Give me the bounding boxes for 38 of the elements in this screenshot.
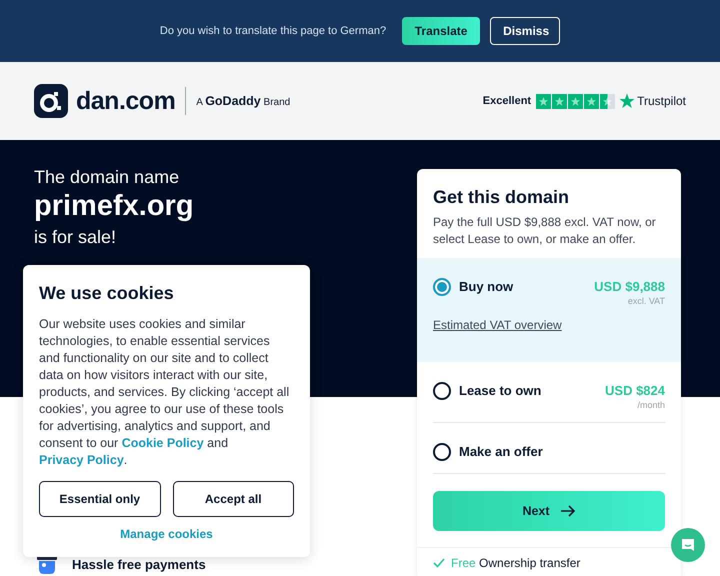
logo-icon[interactable] (34, 84, 68, 118)
perk-text: Free Ownership transfer (451, 556, 580, 570)
card-description: Pay the full USD $9,888 excl. VAT now, or select Lease to own, or make an offer. (432, 214, 657, 248)
hero-outro: is for sale! (34, 226, 116, 249)
radio-button[interactable] (433, 278, 451, 296)
rating-label: Excellent (482, 95, 532, 107)
card-title: Get this domain (432, 186, 570, 209)
price-note: excl. VAT (628, 296, 665, 306)
hero-intro: The domain name (34, 167, 180, 187)
vat-overview-link[interactable]: Estimated VAT overview (433, 318, 562, 332)
option-price: USD $9,888 (594, 278, 665, 296)
star-icon (619, 93, 636, 109)
price-note: /month (637, 400, 665, 410)
check-icon (433, 558, 445, 568)
selected-option-panel[interactable]: Buy now USD $9,888 excl. VAT Estimated VAT overview (417, 258, 681, 362)
brand-tagline: A GoDaddy Brand (196, 94, 290, 108)
option-row[interactable]: Make an offer (417, 423, 681, 474)
option-row[interactable]: Lease to own USD $824 /month (417, 362, 681, 423)
option-label: Buy now (459, 278, 514, 296)
domain-name: primefx.org (34, 189, 194, 224)
option-label: Lease to own (459, 382, 542, 400)
logo-text[interactable]: dan.com (76, 86, 176, 116)
option-label: Make an offer (459, 443, 543, 461)
translate-button[interactable]: Translate (402, 17, 480, 45)
radio-button[interactable] (433, 443, 451, 461)
dismiss-button[interactable]: Dismiss (490, 17, 560, 45)
trustpilot-logo-text[interactable]: Trustpilot (637, 94, 686, 108)
translate-message: Do you wish to translate this page to German? (160, 25, 386, 37)
next-button[interactable]: Next (433, 491, 665, 531)
option-price: USD $824 (605, 382, 665, 400)
cookie-text: Our website uses cookies and similar technologies, to enable essential services and functionality on our site and to collect data on how visitors interact with our site, products, and services. By clicking ‘accept all cookies’, you agree to our use of these tools for advertising, analytics and support, and consent to our Cookie Policy and Privacy Policy. (39, 316, 290, 469)
essential-only-button[interactable]: Essential only (39, 481, 160, 517)
chat-icon (680, 537, 696, 553)
arrow-right-icon (560, 504, 576, 518)
radio-button[interactable] (433, 382, 451, 400)
accept-all-button[interactable]: Accept all (172, 481, 294, 517)
cookie-title: We use cookies (39, 283, 175, 304)
feature-label: Hassle free payments (72, 556, 206, 572)
